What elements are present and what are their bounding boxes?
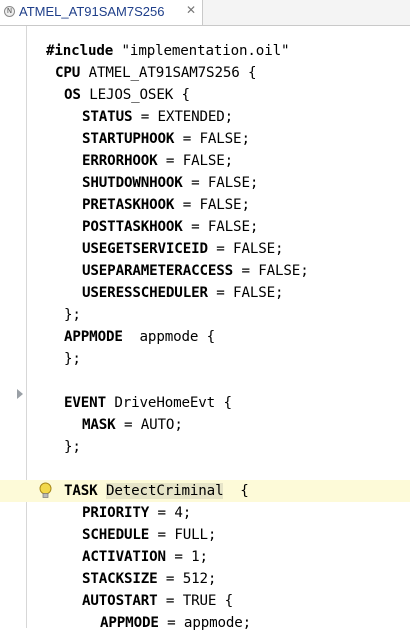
code-line: ERRORHOOK = FALSE; [82,153,234,169]
code-line: }; [64,439,81,455]
code-line: MASK = AUTO; [82,417,183,433]
highlighted-identifier: DetectCriminal [105,483,224,499]
code-line: CPU ATMEL_AT91SAM7S256 { [55,65,257,81]
code-line: STATUS = EXTENDED; [82,109,234,125]
code-line: STACKSIZE = 512; [82,571,217,587]
code-line: }; [64,351,81,367]
editor-tab-bar: N ATMEL_AT91SAM7S256 ✕ [0,0,410,26]
code-line: SHUTDOWNHOOK = FALSE; [82,175,259,191]
code-line: SCHEDULE = FULL; [82,527,217,543]
code-line: POSTTASKHOOK = FALSE; [82,219,259,235]
code-editor[interactable]: #include "implementation.oil" CPU ATMEL_… [0,26,410,631]
close-icon[interactable]: ✕ [186,3,196,17]
code-line: STARTUPHOOK = FALSE; [82,131,250,147]
code-line: PRIORITY = 4; [82,505,192,521]
tab-title: ATMEL_AT91SAM7S256 [19,4,165,19]
code-line: }; [64,307,81,323]
code-line: APPMODE appmode { [64,329,216,345]
lightbulb-hint-icon[interactable] [38,482,53,500]
code-line: EVENT DriveHomeEvt { [64,395,232,411]
editor-tab-atmel[interactable]: N ATMEL_AT91SAM7S256 ✕ [0,0,203,25]
code-line-current: TASK DetectCriminal { [0,480,410,502]
oil-file-icon: N [4,6,15,17]
code-line: OS LEJOS_OSEK { [64,87,190,103]
code-line: USEGETSERVICEID = FALSE; [82,241,284,257]
code-line: AUTOSTART = TRUE { [82,593,234,609]
code-line: PRETASKHOOK = FALSE; [82,197,250,213]
code-line: ACTIVATION = 1; [82,549,208,565]
code-line: APPMODE = appmode; [100,615,252,631]
code-line: USEPARAMETERACCESS = FALSE; [82,263,309,279]
code-line: USERESSCHEDULER = FALSE; [82,285,284,301]
code-line: #include "implementation.oil" [46,43,290,59]
